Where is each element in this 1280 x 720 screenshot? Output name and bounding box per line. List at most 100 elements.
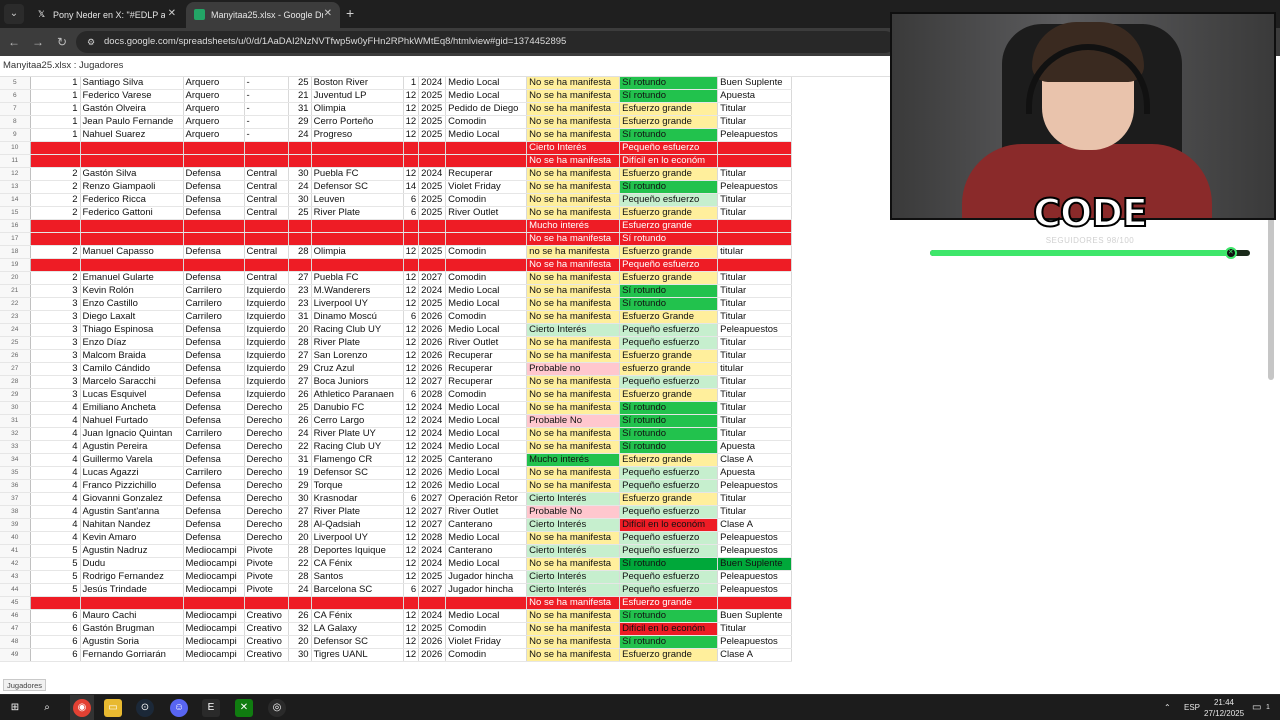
- row-number[interactable]: 49: [0, 648, 31, 663]
- age-cell[interactable]: 26: [288, 414, 312, 429]
- age-cell[interactable]: 30: [288, 648, 312, 663]
- age-cell[interactable]: 20: [288, 323, 312, 338]
- group-cell[interactable]: 4: [30, 414, 81, 429]
- subposition-cell[interactable]: [244, 219, 289, 234]
- club-cell[interactable]: [311, 219, 404, 234]
- role-cell[interactable]: Titular: [717, 167, 793, 182]
- group-cell[interactable]: 2: [30, 245, 81, 260]
- year-cell[interactable]: 2025: [418, 180, 447, 195]
- name-cell[interactable]: Marcelo Saracchi: [80, 375, 184, 390]
- months-cell[interactable]: 12: [403, 375, 420, 390]
- role-cell[interactable]: [717, 232, 793, 247]
- subposition-cell[interactable]: [244, 258, 289, 273]
- name-cell[interactable]: Jean Paulo Fernande: [80, 115, 184, 130]
- year-cell[interactable]: 2025: [418, 245, 447, 260]
- origin-cell[interactable]: Canterano: [445, 518, 528, 533]
- row-number[interactable]: 15: [0, 206, 31, 221]
- group-cell[interactable]: 1: [30, 128, 81, 143]
- effort-cell[interactable]: Sí rotundo: [619, 557, 719, 572]
- age-cell[interactable]: 30: [288, 193, 312, 208]
- interest-cell[interactable]: No se ha manifesta: [526, 427, 621, 442]
- months-cell[interactable]: 12: [403, 362, 420, 377]
- origin-cell[interactable]: Medio Local: [445, 77, 528, 91]
- club-cell[interactable]: Tigres UANL: [311, 648, 404, 663]
- position-cell[interactable]: Defensa: [183, 349, 245, 364]
- effort-cell[interactable]: Pequeño esfuerzo: [619, 375, 719, 390]
- role-cell[interactable]: Titular: [717, 622, 793, 637]
- club-cell[interactable]: Barcelona SC: [311, 583, 404, 598]
- subposition-cell[interactable]: Derecho: [244, 479, 289, 494]
- origin-cell[interactable]: Pedido de Diego: [445, 102, 528, 117]
- role-cell[interactable]: Peleapuestos: [717, 583, 793, 598]
- club-cell[interactable]: Torque: [311, 479, 404, 494]
- age-cell[interactable]: [288, 596, 312, 611]
- role-cell[interactable]: Apuesta: [717, 440, 793, 455]
- club-cell[interactable]: Boca Juniors: [311, 375, 404, 390]
- row-number[interactable]: 29: [0, 388, 31, 403]
- name-cell[interactable]: Emiliano Ancheta: [80, 401, 184, 416]
- position-cell[interactable]: Arquero: [183, 102, 245, 117]
- role-cell[interactable]: Titular: [717, 102, 793, 117]
- row-number[interactable]: 9: [0, 128, 31, 143]
- origin-cell[interactable]: [445, 141, 528, 156]
- months-cell[interactable]: 6: [403, 310, 420, 325]
- months-cell[interactable]: 6: [403, 492, 420, 507]
- interest-cell[interactable]: No se ha manifesta: [526, 622, 621, 637]
- year-cell[interactable]: [418, 154, 447, 169]
- age-cell[interactable]: 28: [288, 544, 312, 559]
- name-cell[interactable]: [80, 154, 184, 169]
- subposition-cell[interactable]: Derecho: [244, 492, 289, 507]
- club-cell[interactable]: Al-Qadsiah: [311, 518, 404, 533]
- age-cell[interactable]: 27: [288, 375, 312, 390]
- name-cell[interactable]: Thiago Espinosa: [80, 323, 184, 338]
- origin-cell[interactable]: Recuperar: [445, 167, 528, 182]
- club-cell[interactable]: Progreso: [311, 128, 404, 143]
- group-cell[interactable]: 1: [30, 115, 81, 130]
- interest-cell[interactable]: No se ha manifesta: [526, 531, 621, 546]
- age-cell[interactable]: 28: [288, 336, 312, 351]
- effort-cell[interactable]: Sí rotundo: [619, 635, 719, 650]
- age-cell[interactable]: 22: [288, 557, 312, 572]
- row-number[interactable]: 39: [0, 518, 31, 533]
- subposition-cell[interactable]: Izquierdo: [244, 310, 289, 325]
- subposition-cell[interactable]: Pivote: [244, 557, 289, 572]
- effort-cell[interactable]: Pequeño esfuerzo: [619, 336, 719, 351]
- group-cell[interactable]: 4: [30, 492, 81, 507]
- months-cell[interactable]: [403, 596, 420, 611]
- origin-cell[interactable]: Medio Local: [445, 89, 528, 104]
- position-cell[interactable]: Defensa: [183, 479, 245, 494]
- row-number[interactable]: 24: [0, 323, 31, 338]
- name-cell[interactable]: Dudu: [80, 557, 184, 572]
- row-number[interactable]: 8: [0, 115, 31, 130]
- browser-tab-sheets[interactable]: Manyitaa25.xlsx - Google Drive ✕: [186, 2, 340, 28]
- subposition-cell[interactable]: Pivote: [244, 544, 289, 559]
- months-cell[interactable]: 6: [403, 583, 420, 598]
- row-number[interactable]: 45: [0, 596, 31, 611]
- year-cell[interactable]: 2024: [418, 544, 447, 559]
- origin-cell[interactable]: Comodin: [445, 622, 528, 637]
- group-cell[interactable]: [30, 258, 81, 273]
- role-cell[interactable]: Buen Suplente: [717, 609, 793, 624]
- age-cell[interactable]: 24: [288, 583, 312, 598]
- club-cell[interactable]: Juventud LP: [311, 89, 404, 104]
- row-number[interactable]: 38: [0, 505, 31, 520]
- row-number[interactable]: 32: [0, 427, 31, 442]
- months-cell[interactable]: 12: [403, 622, 420, 637]
- search-icon[interactable]: ⌕: [38, 699, 56, 717]
- age-cell[interactable]: 19: [288, 466, 312, 481]
- club-cell[interactable]: Olimpia: [311, 245, 404, 260]
- year-cell[interactable]: 2026: [418, 648, 447, 663]
- effort-cell[interactable]: Sí rotundo: [619, 414, 719, 429]
- effort-cell[interactable]: Esfuerzo grande: [619, 492, 719, 507]
- interest-cell[interactable]: No se ha manifesta: [526, 89, 621, 104]
- subposition-cell[interactable]: Creativo: [244, 635, 289, 650]
- year-cell[interactable]: [418, 141, 447, 156]
- position-cell[interactable]: Carrilero: [183, 427, 245, 442]
- group-cell[interactable]: 1: [30, 102, 81, 117]
- months-cell[interactable]: 6: [403, 193, 420, 208]
- interest-cell[interactable]: No se ha manifesta: [526, 310, 621, 325]
- interest-cell[interactable]: No se ha manifesta: [526, 440, 621, 455]
- position-cell[interactable]: Defensa: [183, 414, 245, 429]
- position-cell[interactable]: [183, 258, 245, 273]
- origin-cell[interactable]: River Outlet: [445, 336, 528, 351]
